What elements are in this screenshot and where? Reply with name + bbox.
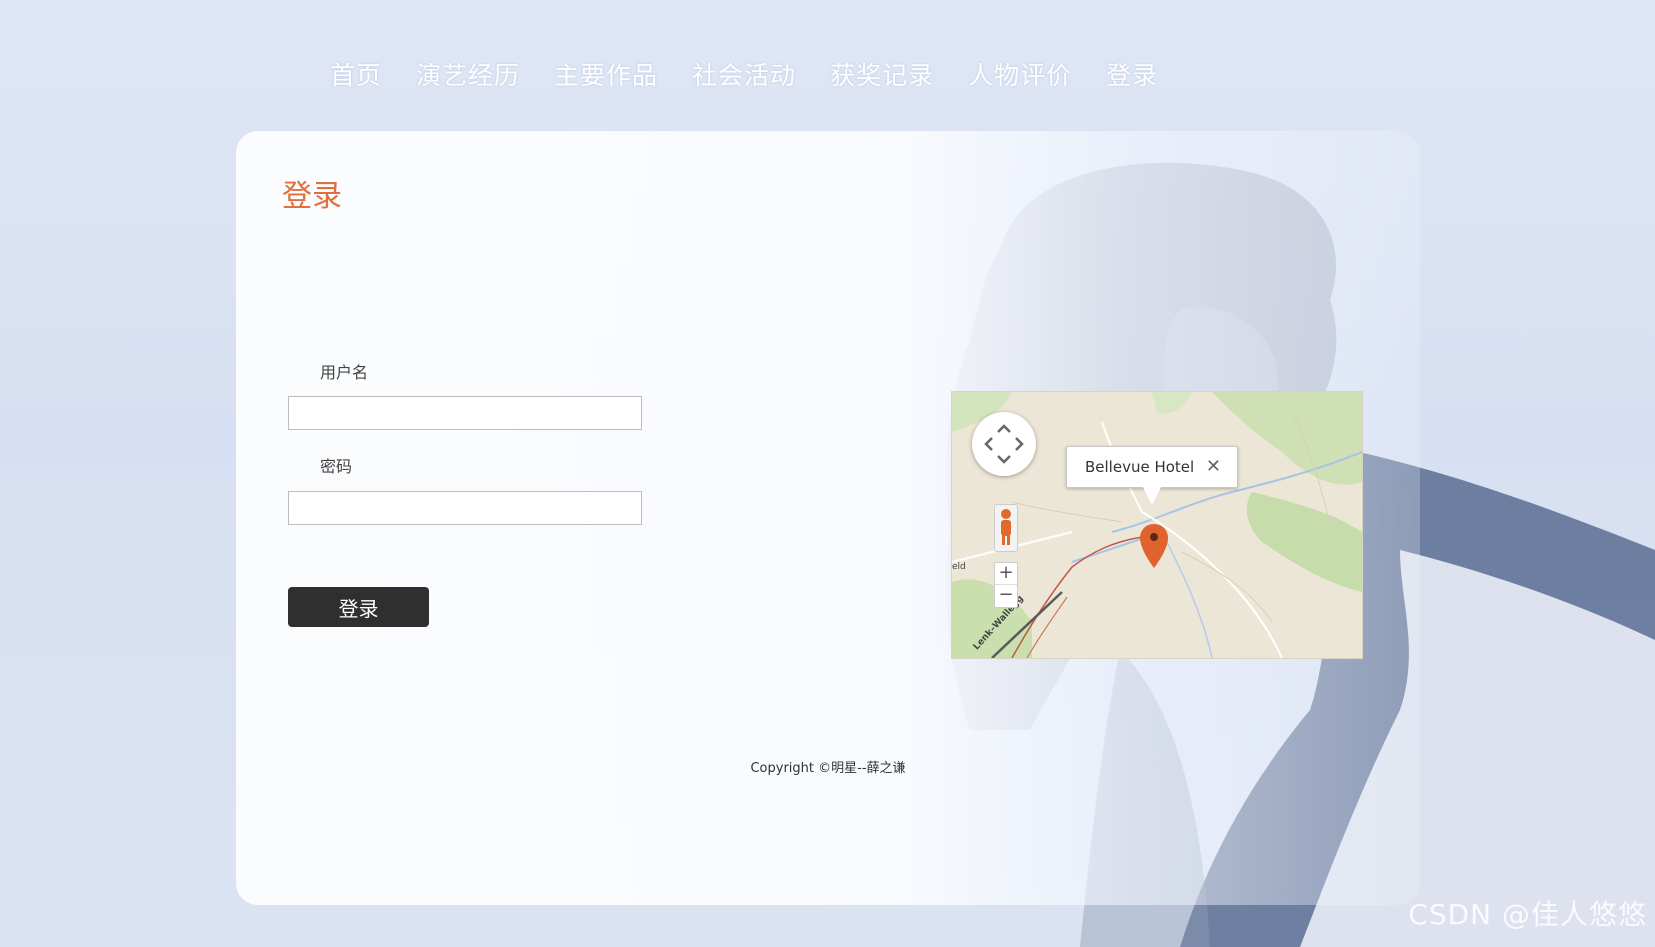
map-widget[interactable]: Lenk–Wallegg eld + − Bellevue Hotel ✕	[951, 391, 1363, 659]
nav-item-awards[interactable]: 获奖记录	[830, 56, 934, 92]
page-title: 登录	[282, 179, 342, 214]
nav-item-activities[interactable]: 社会活动	[692, 56, 796, 92]
zoom-control: + −	[994, 562, 1018, 608]
map-pan-control[interactable]	[972, 412, 1036, 476]
copyright-text: Copyright ©明星--薛之谦	[750, 761, 906, 776]
zoom-out-button[interactable]: −	[995, 585, 1017, 607]
nav-item-works[interactable]: 主要作品	[554, 56, 658, 92]
nav-item-home[interactable]: 首页	[330, 56, 382, 92]
nav-item-reviews[interactable]: 人物评价	[968, 56, 1072, 92]
street-view-pegman[interactable]	[994, 504, 1018, 552]
map-info-window: Bellevue Hotel ✕	[1066, 446, 1238, 505]
map-edge-label: eld	[952, 562, 966, 572]
password-label: 密码	[320, 457, 353, 476]
pan-arrows-icon	[984, 424, 1024, 464]
top-nav: 首页 演艺经历 主要作品 社会活动 获奖记录 人物评价 登录	[330, 56, 1158, 92]
watermark: CSDN @佳人悠悠	[1408, 898, 1647, 931]
pegman-icon	[1001, 509, 1011, 545]
login-button[interactable]: 登录	[288, 587, 429, 627]
close-icon[interactable]: ✕	[1206, 456, 1221, 477]
zoom-in-button[interactable]: +	[995, 563, 1017, 585]
nav-item-login[interactable]: 登录	[1106, 56, 1158, 92]
password-input[interactable]	[288, 491, 642, 525]
username-input[interactable]	[288, 396, 642, 430]
login-card: 登录 用户名 密码 登录 Lenk–Wallegg eld + − Bellev…	[236, 131, 1420, 905]
nav-item-career[interactable]: 演艺经历	[416, 56, 520, 92]
username-label: 用户名	[320, 363, 369, 382]
map-pin-icon[interactable]	[1138, 522, 1170, 570]
info-window-title: Bellevue Hotel	[1085, 458, 1195, 476]
